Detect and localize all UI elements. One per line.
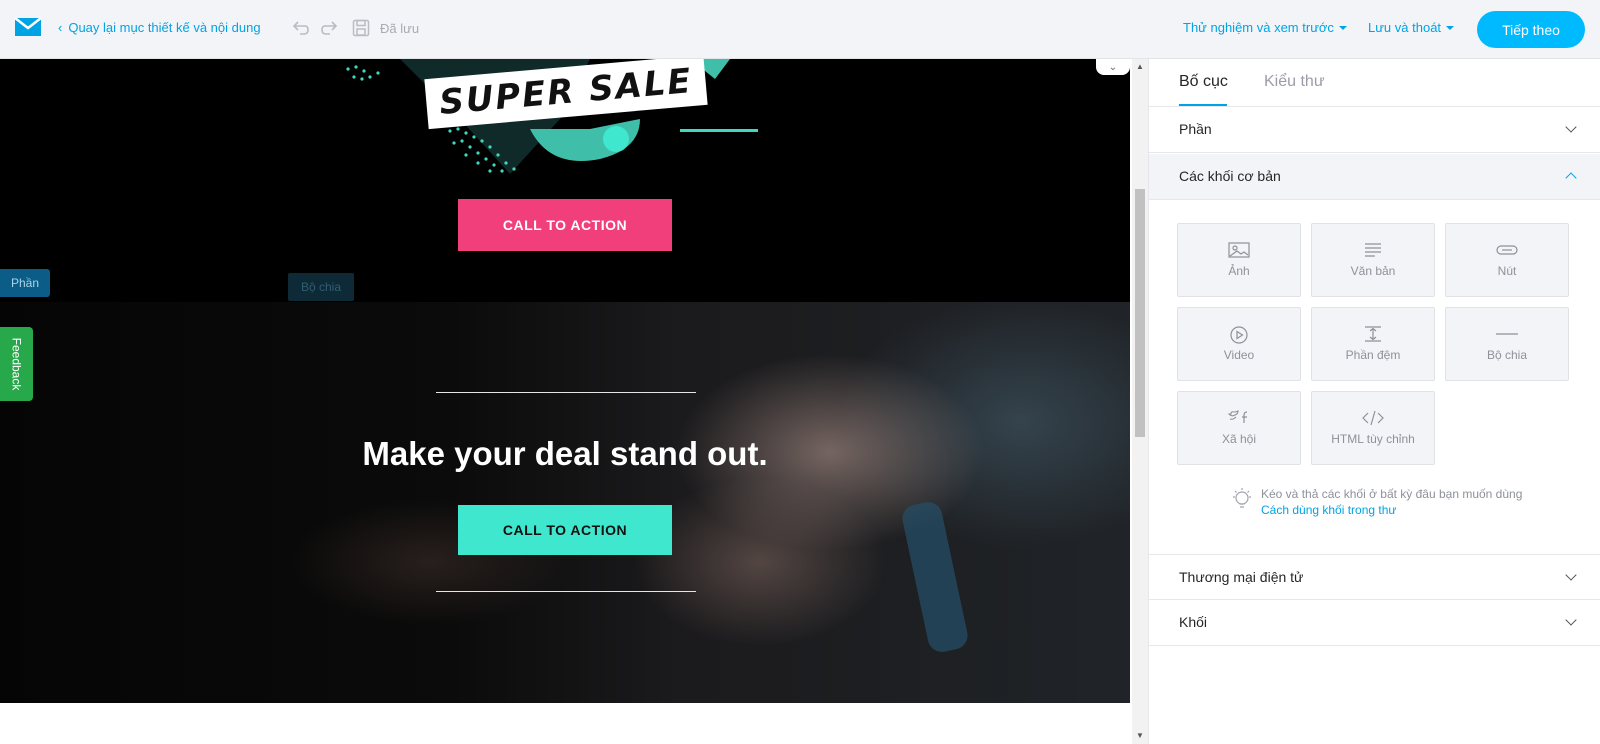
scroll-up-arrow-icon[interactable]: ▲ — [1132, 62, 1148, 74]
accordion-blocks[interactable]: Khối — [1149, 600, 1600, 646]
chevron-left-icon: ‹ — [58, 20, 63, 35]
chevron-down-icon — [1565, 569, 1577, 581]
call-to-action-button-pink[interactable]: CALL TO ACTION — [458, 199, 672, 251]
feedback-tab[interactable]: Feedback — [0, 327, 33, 401]
scroll-thumb[interactable] — [1135, 189, 1145, 437]
accordion-sections[interactable]: Phần — [1149, 107, 1600, 153]
collapse-toggle[interactable]: ⌄ — [1096, 59, 1130, 75]
top-bar: ‹ Quay lại mục thiết kế và nội dung Đã l… — [0, 0, 1600, 59]
accordion-ecommerce[interactable]: Thương mại điện tử — [1149, 554, 1600, 600]
divider-icon — [1446, 326, 1568, 342]
watch-strap-shape — [899, 499, 971, 655]
active-tab-indicator — [1179, 104, 1227, 106]
divider-line-top[interactable] — [436, 392, 696, 393]
block-social[interactable]: Xã hội — [1177, 391, 1301, 465]
caret-down-icon — [1446, 25, 1455, 30]
block-spacer[interactable]: Phần đệm — [1311, 307, 1435, 381]
image-icon — [1178, 242, 1300, 258]
hint-link[interactable]: Cách dùng khối trong thư — [1261, 503, 1396, 517]
divider-line-bottom[interactable] — [436, 591, 696, 592]
block-label: Video — [1223, 348, 1255, 362]
block-label: HTML tùy chỉnh — [1331, 432, 1415, 446]
lightbulb-icon — [1233, 488, 1251, 508]
save-and-exit-label: Lưu và thoát — [1368, 20, 1442, 35]
accent-line — [680, 129, 758, 132]
block-label: Xã hội — [1221, 432, 1257, 446]
saved-status: Đã lưu — [380, 21, 420, 36]
caret-down-icon — [1338, 25, 1347, 30]
save-icon[interactable] — [352, 19, 370, 37]
social-icon — [1178, 410, 1300, 424]
editor-panel: Bố cục Kiểu thư Phần Các khối cơ bản Ảnh… — [1148, 59, 1600, 744]
block-text[interactable]: Văn bản — [1311, 223, 1435, 297]
block-divider[interactable]: Bộ chia — [1445, 307, 1569, 381]
next-button[interactable]: Tiếp theo — [1477, 11, 1585, 48]
call-to-action-button-teal[interactable]: CALL TO ACTION — [458, 505, 672, 555]
tab-message-style[interactable]: Kiểu thư — [1264, 73, 1325, 91]
redo-icon[interactable] — [320, 18, 340, 38]
block-label: Ảnh — [1228, 264, 1250, 278]
email-canvas: SUPER SALE CALL TO ACTION Phần Bộ chia M… — [0, 59, 1130, 744]
tab-layout[interactable]: Bố cục — [1179, 73, 1228, 91]
block-label: Văn bản — [1350, 264, 1396, 278]
back-link-label: Quay lại mục thiết kế và nội dung — [68, 20, 261, 35]
back-to-design-link[interactable]: ‹ Quay lại mục thiết kế và nội dung — [58, 20, 261, 35]
divider-tag[interactable]: Bộ chia — [288, 273, 354, 301]
block-image[interactable]: Ảnh — [1177, 223, 1301, 297]
feedback-label: Feedback — [9, 337, 24, 391]
headline-text[interactable]: Make your deal stand out. — [300, 435, 830, 473]
background-photo — [0, 302, 1130, 703]
test-and-preview-menu[interactable]: Thử nghiệm và xem trước — [1183, 20, 1347, 35]
email-preview[interactable]: SUPER SALE CALL TO ACTION Phần Bộ chia M… — [0, 59, 1130, 703]
accordion-blocks-label: Khối — [1179, 614, 1208, 630]
button-icon — [1446, 242, 1568, 258]
chevron-up-icon — [1565, 172, 1577, 184]
undo-icon[interactable] — [290, 18, 310, 38]
block-label: Bộ chia — [1486, 348, 1528, 362]
chevron-down-icon: ⌄ — [1108, 61, 1118, 73]
text-icon — [1312, 242, 1434, 258]
spacer-icon — [1312, 326, 1434, 342]
block-button[interactable]: Nút — [1445, 223, 1569, 297]
play-icon — [1178, 326, 1300, 344]
hint-text: Kéo và thả các khối ở bất kỳ đâu bạn muố… — [1261, 487, 1523, 501]
chevron-down-icon — [1565, 614, 1577, 626]
code-icon — [1312, 410, 1434, 426]
panel-tabs: Bố cục Kiểu thư — [1149, 59, 1600, 107]
block-label: Phần đệm — [1345, 348, 1401, 362]
test-and-preview-label: Thử nghiệm và xem trước — [1183, 20, 1334, 35]
envelope-logo-icon[interactable] — [14, 16, 42, 38]
canvas-scrollbar[interactable]: ▲ ▼ — [1132, 59, 1148, 744]
accordion-basic-blocks-label: Các khối cơ bản — [1179, 168, 1281, 184]
save-and-exit-menu[interactable]: Lưu và thoát — [1368, 20, 1455, 35]
accordion-basic-blocks[interactable]: Các khối cơ bản — [1149, 154, 1600, 200]
accordion-sections-label: Phần — [1179, 121, 1212, 137]
chevron-down-icon — [1565, 121, 1577, 133]
accordion-ecommerce-label: Thương mại điện tử — [1179, 569, 1304, 585]
block-custom-html[interactable]: HTML tùy chỉnh — [1311, 391, 1435, 465]
block-label: Nút — [1497, 264, 1517, 278]
block-video[interactable]: Video — [1177, 307, 1301, 381]
section-tag[interactable]: Phần — [0, 269, 50, 297]
scroll-down-arrow-icon[interactable]: ▼ — [1132, 731, 1148, 743]
